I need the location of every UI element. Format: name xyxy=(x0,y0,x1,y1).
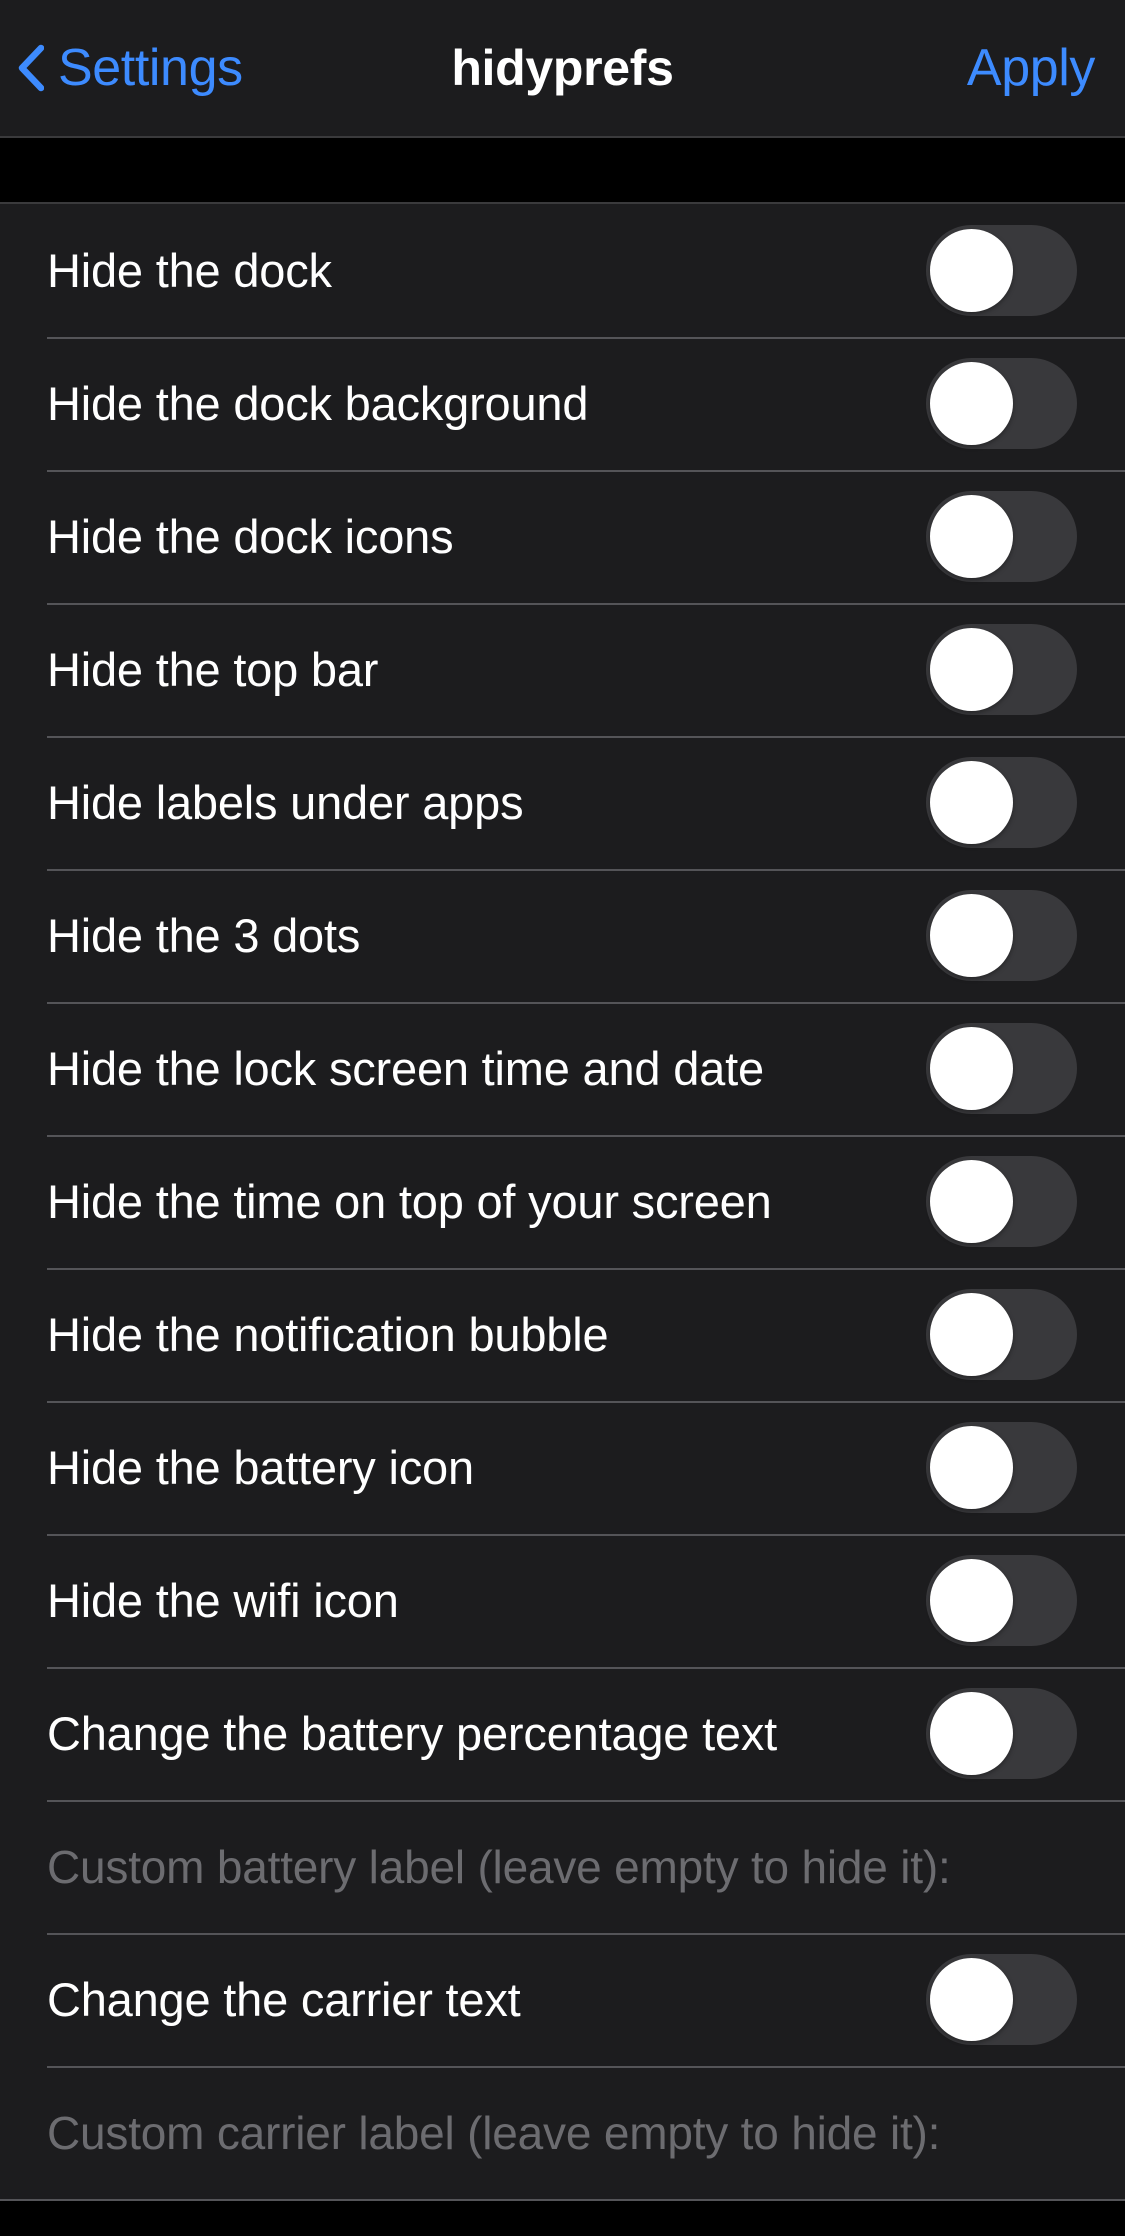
table-row[interactable]: Hide the 3 dots xyxy=(0,869,1125,1002)
toggle-knob xyxy=(930,1160,1013,1243)
toggle-switch[interactable] xyxy=(926,1156,1077,1247)
page-title: hidyprefs xyxy=(451,40,674,96)
toggle-knob xyxy=(930,761,1013,844)
table-row[interactable]: Hide the battery icon xyxy=(0,1401,1125,1534)
text-field-placeholder[interactable]: Custom battery label (leave empty to hid… xyxy=(47,1844,951,1890)
row-label: Hide the dock icons xyxy=(47,510,454,563)
toggle-switch[interactable] xyxy=(926,1688,1077,1779)
table-row[interactable]: Hide labels under apps xyxy=(0,736,1125,869)
toggle-knob xyxy=(930,495,1013,578)
row-label: Hide the lock screen time and date xyxy=(47,1042,764,1095)
table-row[interactable]: Hide the time on top of your screen xyxy=(0,1135,1125,1268)
toggle-knob xyxy=(930,1958,1013,2041)
header-spacer xyxy=(0,138,1125,204)
toggle-knob xyxy=(930,1426,1013,1509)
row-label: Hide the notification bubble xyxy=(47,1308,609,1361)
page-bottom-area xyxy=(0,2201,1125,2236)
toggle-switch[interactable] xyxy=(926,1023,1077,1114)
toggle-knob xyxy=(930,1027,1013,1110)
toggle-switch[interactable] xyxy=(926,1422,1077,1513)
toggle-knob xyxy=(930,628,1013,711)
toggle-switch[interactable] xyxy=(926,225,1077,316)
toggle-switch[interactable] xyxy=(926,890,1077,981)
row-label: Hide the wifi icon xyxy=(47,1574,399,1627)
row-label: Hide the time on top of your screen xyxy=(47,1175,772,1228)
toggle-knob xyxy=(930,894,1013,977)
text-field-row[interactable]: Custom carrier label (leave empty to hid… xyxy=(0,2066,1125,2199)
toggle-switch[interactable] xyxy=(926,358,1077,449)
row-label: Hide the dock background xyxy=(47,377,589,430)
toggle-knob xyxy=(930,362,1013,445)
table-row[interactable]: Hide the wifi icon xyxy=(0,1534,1125,1667)
navigation-bar: Settings hidyprefs Apply xyxy=(0,0,1125,138)
toggle-switch[interactable] xyxy=(926,1289,1077,1380)
row-label: Hide the dock xyxy=(47,244,332,297)
table-row[interactable]: Change the carrier text xyxy=(0,1933,1125,2066)
settings-table: Hide the dock Hide the dock background Hid… xyxy=(0,204,1125,2199)
toggle-knob xyxy=(930,229,1013,312)
toggle-switch[interactable] xyxy=(926,624,1077,715)
app-screen: Settings hidyprefs Apply Hide the dock Hi… xyxy=(0,0,1125,2236)
apply-button[interactable]: Apply xyxy=(967,0,1095,136)
table-row[interactable]: Hide the dock background xyxy=(0,337,1125,470)
row-label: Hide the battery icon xyxy=(47,1441,474,1494)
toggle-switch[interactable] xyxy=(926,757,1077,848)
row-label: Hide the top bar xyxy=(47,643,379,696)
row-label: Change the battery percentage text xyxy=(47,1707,778,1760)
toggle-knob xyxy=(930,1692,1013,1775)
table-row[interactable]: Change the battery percentage text xyxy=(0,1667,1125,1800)
toggle-switch[interactable] xyxy=(926,491,1077,582)
row-label: Change the carrier text xyxy=(47,1973,521,2026)
toggle-switch[interactable] xyxy=(926,1555,1077,1646)
table-row[interactable]: Hide the dock icons xyxy=(0,470,1125,603)
text-field-row[interactable]: Custom battery label (leave empty to hid… xyxy=(0,1800,1125,1933)
table-row[interactable]: Hide the top bar xyxy=(0,603,1125,736)
text-field-placeholder[interactable]: Custom carrier label (leave empty to hid… xyxy=(47,2110,940,2156)
table-row[interactable]: Hide the lock screen time and date xyxy=(0,1002,1125,1135)
toggle-knob xyxy=(930,1293,1013,1376)
table-row[interactable]: Hide the dock xyxy=(0,204,1125,337)
row-label: Hide the 3 dots xyxy=(47,909,361,962)
row-label: Hide labels under apps xyxy=(47,776,524,829)
toggle-knob xyxy=(930,1559,1013,1642)
toggle-switch[interactable] xyxy=(926,1954,1077,2045)
table-row[interactable]: Hide the notification bubble xyxy=(0,1268,1125,1401)
